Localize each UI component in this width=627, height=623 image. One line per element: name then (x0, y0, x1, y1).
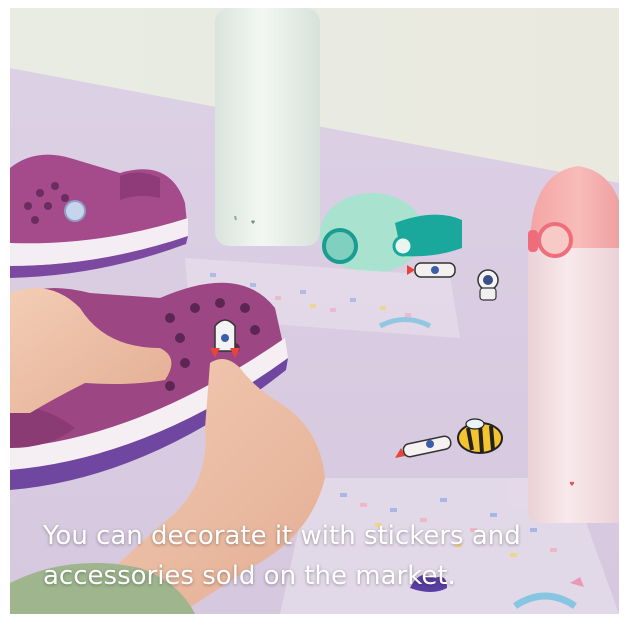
white-bottle: ♥ (215, 8, 320, 246)
astronaut-charm-table (477, 269, 499, 301)
photo-frame: ♥ ♥ You can decorate it with stickers an… (10, 8, 619, 614)
svg-text:♥: ♥ (569, 481, 574, 488)
pink-bottle: ♥ (528, 166, 619, 523)
svg-text:♥: ♥ (251, 220, 256, 226)
caption: You can decorate it with stickers and ac… (43, 516, 603, 596)
caption-line-2: accessories sold on the market. (43, 561, 456, 591)
caption-line-1: You can decorate it with stickers and (43, 521, 521, 551)
